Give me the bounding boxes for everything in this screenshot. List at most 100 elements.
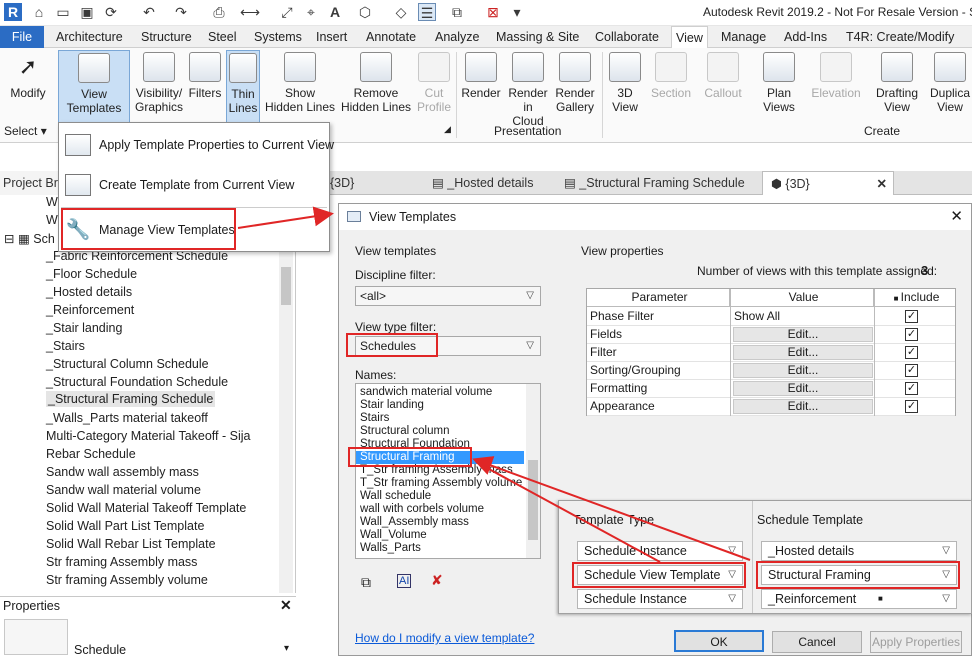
customize-icon[interactable]: ▾: [508, 3, 526, 21]
list-item[interactable]: Wall_Volume: [360, 529, 427, 542]
measure-icon[interactable]: ⟷: [240, 3, 260, 21]
list-item[interactable]: Walls_Parts: [360, 542, 421, 555]
include-checkbox[interactable]: ✓: [905, 346, 918, 359]
text-icon[interactable]: A: [326, 3, 344, 21]
cancel-button[interactable]: Cancel: [772, 631, 862, 653]
type-selector[interactable]: Schedule: [74, 643, 126, 656]
tab-3d-active[interactable]: ⬢ {3D} ✕: [762, 171, 894, 195]
include-checkbox[interactable]: ✓: [905, 328, 918, 341]
tab-t4r[interactable]: T4R: Create/Modify: [846, 26, 954, 48]
browser-item[interactable]: _Stairs: [46, 339, 85, 353]
collapse-icon[interactable]: ⊟: [4, 232, 18, 246]
visibility-graphics-button[interactable]: Visibility/ Graphics: [134, 50, 184, 114]
edit-button[interactable]: Edit...: [733, 327, 873, 342]
list-item[interactable]: Stair landing: [360, 399, 424, 412]
browser-item[interactable]: _Floor Schedule: [46, 267, 137, 281]
list-item[interactable]: T_Str framing Assembly volume: [360, 477, 522, 490]
template-type-select[interactable]: Schedule Instance ▽: [577, 541, 743, 561]
edit-button[interactable]: Edit...: [733, 363, 873, 378]
tab-hosted-details[interactable]: ▤ _Hosted details: [432, 171, 533, 195]
browser-schedules-node[interactable]: ⊟ ▦ Sch: [4, 231, 55, 246]
tab-steel[interactable]: Steel: [208, 26, 237, 48]
browser-item[interactable]: Str framing Assembly volume: [46, 573, 208, 587]
type-dropdown-icon[interactable]: ▾: [284, 643, 289, 654]
list-item[interactable]: Wall_Assembly mass: [360, 516, 469, 529]
tab-analyze[interactable]: Analyze: [435, 26, 479, 48]
browser-item[interactable]: W: [46, 195, 58, 209]
tab-structural-framing-schedule[interactable]: ▤ _Structural Framing Schedule: [564, 171, 745, 195]
thin-lines-button[interactable]: Thin Lines: [226, 50, 260, 124]
apply-template-item[interactable]: Apply Template Properties to Current Vie…: [59, 126, 334, 164]
tab-3d-1[interactable]: {3D}: [330, 171, 354, 195]
render-in-cloud-button[interactable]: Render in Cloud: [506, 50, 550, 128]
3d-view-icon[interactable]: ⬡: [356, 3, 374, 21]
edit-button[interactable]: Edit...: [733, 399, 873, 414]
switch-windows-icon[interactable]: ⧉: [448, 3, 466, 21]
browser-item-selected[interactable]: _Structural Framing Schedule: [46, 391, 216, 407]
list-item[interactable]: Stairs: [360, 412, 389, 425]
include-checkbox[interactable]: ✓: [905, 310, 918, 323]
undo-icon[interactable]: ↶: [140, 3, 158, 21]
3d-view-button[interactable]: 3D View: [606, 50, 644, 114]
browser-item[interactable]: _Structural Foundation Schedule: [46, 375, 228, 389]
close-hidden-icon[interactable]: ⊠: [484, 3, 502, 21]
filters-button[interactable]: Filters: [186, 50, 224, 100]
drafting-view-button[interactable]: Drafting View: [870, 50, 924, 114]
browser-item[interactable]: _Structural Column Schedule: [46, 357, 209, 371]
edit-button[interactable]: Edit...: [733, 381, 873, 396]
ok-button[interactable]: OK: [674, 630, 764, 652]
browser-item[interactable]: Str framing Assembly mass: [46, 555, 197, 569]
close-properties-icon[interactable]: ✕: [280, 597, 292, 614]
thin-lines-icon[interactable]: ☰: [418, 3, 436, 21]
browser-item[interactable]: W: [46, 213, 58, 227]
tab-add-ins[interactable]: Add-Ins: [784, 26, 827, 48]
show-hidden-lines-button[interactable]: Show Hidden Lines: [264, 50, 336, 114]
render-gallery-button[interactable]: Render Gallery: [552, 50, 598, 114]
include-checkbox[interactable]: ✓: [905, 364, 918, 377]
apply-properties-button[interactable]: Apply Properties: [870, 631, 962, 653]
names-list[interactable]: sandwich material volume Stair landing S…: [355, 383, 541, 559]
browser-item[interactable]: Solid Wall Rebar List Template: [46, 537, 216, 551]
include-checkbox[interactable]: ✓: [905, 382, 918, 395]
names-scroll-thumb[interactable]: [528, 460, 538, 540]
revit-logo-icon[interactable]: R: [4, 3, 22, 21]
param-value[interactable]: Show All: [731, 308, 780, 326]
tag-icon[interactable]: ⌖: [302, 3, 320, 21]
tab-collaborate[interactable]: Collaborate: [595, 26, 659, 48]
browser-item[interactable]: _Stair landing: [46, 321, 122, 335]
schedule-template-select[interactable]: _Reinforcement ■ ▽: [761, 589, 957, 609]
sync-icon[interactable]: ⟳: [102, 3, 120, 21]
include-checkbox[interactable]: ✓: [905, 400, 918, 413]
browser-scroll-thumb[interactable]: [281, 267, 291, 305]
browser-item[interactable]: _Walls_Parts material takeoff: [46, 411, 208, 425]
callout-button[interactable]: Callout: [700, 50, 746, 100]
browser-item[interactable]: Sandw wall material volume: [46, 483, 201, 497]
template-type-select[interactable]: Schedule Instance ▽: [577, 589, 743, 609]
list-item[interactable]: sandwich material volume: [360, 386, 492, 399]
browser-item[interactable]: Rebar Schedule: [46, 447, 136, 461]
close-tab-icon[interactable]: ✕: [877, 172, 887, 196]
names-scrollbar[interactable]: [526, 384, 540, 558]
list-item[interactable]: Wall schedule: [360, 490, 431, 503]
edit-button[interactable]: Edit...: [733, 345, 873, 360]
section-icon[interactable]: ◇: [392, 3, 410, 21]
browser-item[interactable]: Sandw wall assembly mass: [46, 465, 199, 479]
plan-views-button[interactable]: Plan Views: [758, 50, 800, 114]
section-button[interactable]: Section: [648, 50, 694, 100]
elevation-button[interactable]: Elevation: [808, 50, 864, 100]
remove-hidden-lines-button[interactable]: Remove Hidden Lines: [340, 50, 412, 114]
tab-architecture[interactable]: Architecture: [56, 26, 123, 48]
browser-item[interactable]: _Hosted details: [46, 285, 132, 299]
home-icon[interactable]: ⌂: [30, 3, 48, 21]
print-icon[interactable]: ⎙: [210, 3, 228, 21]
render-button[interactable]: Render: [460, 50, 502, 100]
browser-item[interactable]: _Reinforcement: [46, 303, 134, 317]
modify-button[interactable]: ➚ Modify: [4, 50, 52, 100]
duplicate-view-button[interactable]: Duplica View: [928, 50, 972, 114]
create-template-item[interactable]: Create Template from Current View: [59, 166, 329, 204]
tab-file[interactable]: File: [0, 26, 44, 48]
browser-item[interactable]: Solid Wall Material Takeoff Template: [46, 501, 246, 515]
tab-view[interactable]: View: [671, 26, 708, 48]
browser-scrollbar[interactable]: [279, 195, 293, 593]
tab-annotate[interactable]: Annotate: [366, 26, 416, 48]
